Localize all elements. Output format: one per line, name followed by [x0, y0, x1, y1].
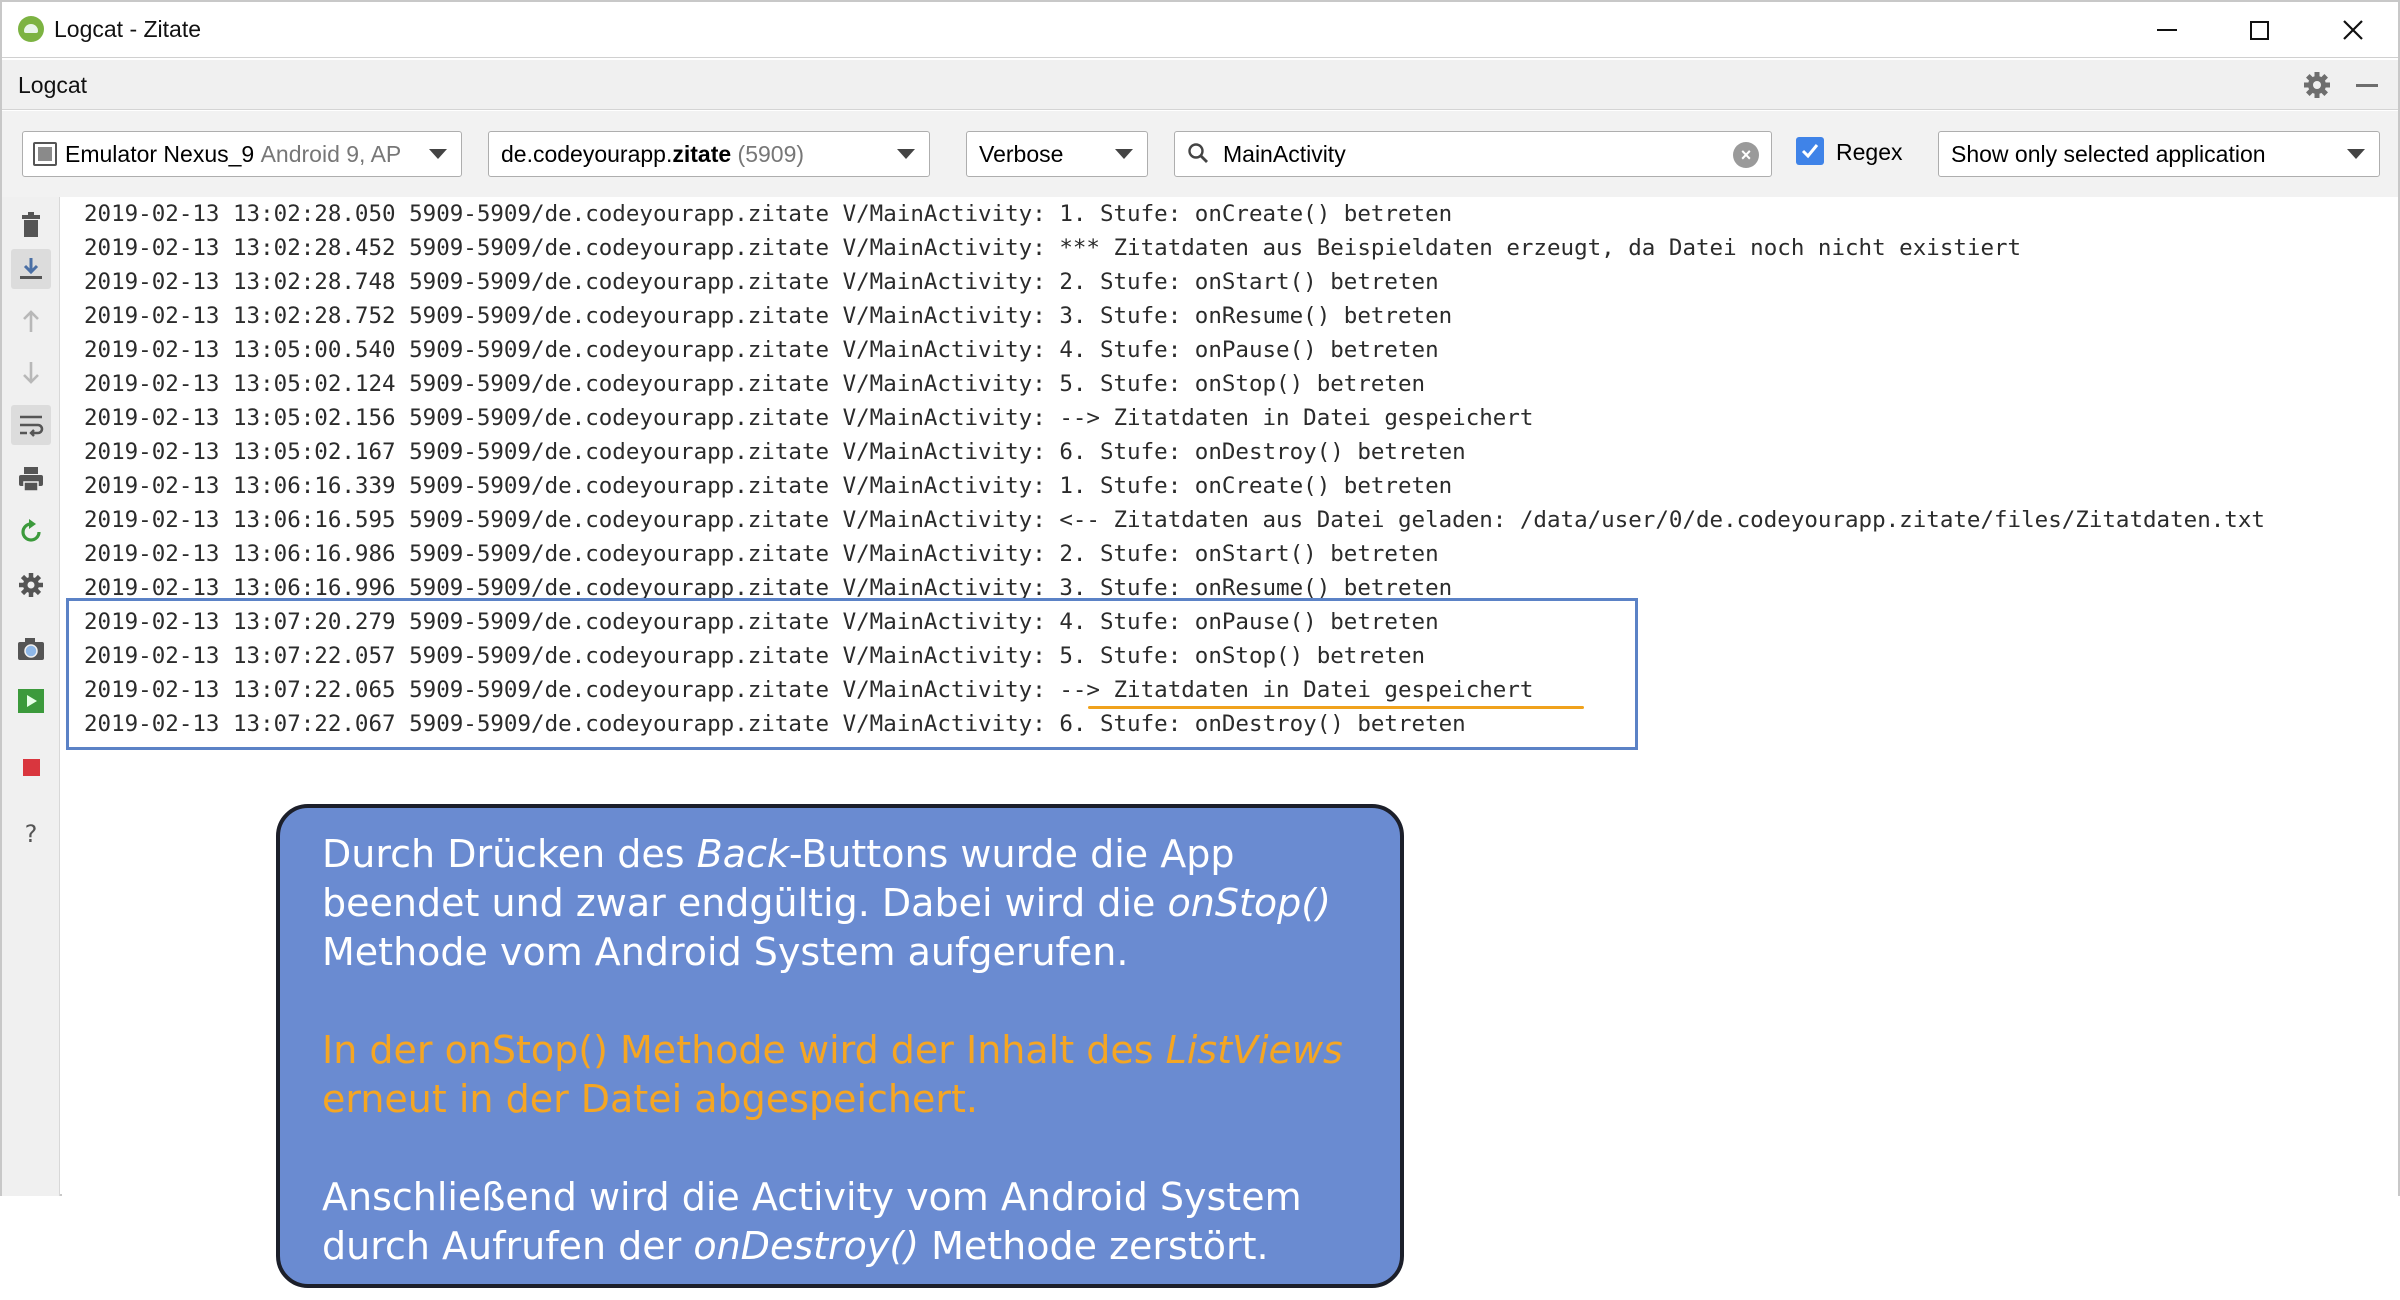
minimize-icon — [2157, 29, 2177, 31]
log-level-value: Verbose — [979, 140, 1064, 167]
title-bar: Logcat - Zitate — [2, 2, 2398, 58]
log-line: 2019-02-13 13:06:16.595 5909-5909/de.cod… — [84, 507, 2265, 533]
maximize-button[interactable] — [2224, 10, 2294, 50]
down-button[interactable] — [11, 353, 51, 393]
restart-icon — [21, 519, 41, 542]
device-selector[interactable]: Emulator Nexus_9 Android 9, AP — [22, 131, 462, 177]
device-icon — [33, 142, 57, 166]
settings-button[interactable] — [11, 565, 51, 605]
log-line: 2019-02-13 13:02:28.748 5909-5909/de.cod… — [84, 269, 1439, 295]
process-pid: (5909) — [737, 140, 805, 167]
gear-icon[interactable] — [2302, 70, 2332, 100]
maximize-icon — [2249, 20, 2269, 40]
print-button[interactable] — [11, 459, 51, 499]
close-icon — [2343, 20, 2363, 40]
regex-checkbox[interactable] — [1796, 137, 1824, 165]
svg-text:?: ? — [25, 820, 38, 848]
soft-wrap-icon — [20, 415, 44, 437]
explanation-callout: Durch Drücken des Back-Buttons wurde die… — [276, 804, 1404, 1288]
trash-icon — [22, 212, 40, 237]
filter-toolbar: Emulator Nexus_9 Android 9, AP de.codeyo… — [2, 111, 2398, 197]
process-name: zitate — [672, 140, 732, 167]
underline-annotation — [1088, 706, 1584, 709]
arrow-up-icon — [23, 310, 39, 332]
device-name: Emulator Nexus_9 — [65, 140, 255, 167]
process-selector[interactable]: de.codeyourapp. zitate (5909) — [488, 131, 930, 177]
settings-icon — [19, 573, 43, 597]
log-line: 2019-02-13 13:06:16.986 5909-5909/de.cod… — [84, 541, 1439, 567]
log-line: 2019-02-13 13:02:28.752 5909-5909/de.cod… — [84, 303, 1453, 329]
chevron-down-icon — [2347, 149, 2365, 159]
log-line: 2019-02-13 13:02:28.452 5909-5909/de.cod… — [84, 235, 2022, 261]
clear-search-icon[interactable]: × — [1733, 142, 1759, 168]
log-line: 2019-02-13 13:05:02.156 5909-5909/de.cod… — [84, 405, 1534, 431]
close-button[interactable] — [2318, 10, 2388, 50]
help-button[interactable]: ? — [11, 813, 51, 853]
clear-logcat-button[interactable] — [11, 205, 51, 245]
arrow-down-icon — [23, 362, 39, 384]
log-line: 2019-02-13 13:05:00.540 5909-5909/de.cod… — [84, 337, 1439, 363]
up-button[interactable] — [11, 301, 51, 341]
print-icon — [19, 467, 43, 492]
log-line: 2019-02-13 13:05:02.167 5909-5909/de.cod… — [84, 439, 1466, 465]
checkmark-icon — [1801, 144, 1819, 159]
android-studio-icon — [18, 16, 44, 42]
callout-paragraph-2: In der onStop() Methode wird der Inhalt … — [322, 1028, 1343, 1121]
log-line: 2019-02-13 13:05:02.124 5909-5909/de.cod… — [84, 371, 1426, 397]
log-line: 2019-02-13 13:02:28.050 5909-5909/de.cod… — [84, 201, 1453, 227]
hide-panel-icon[interactable] — [2356, 84, 2378, 87]
app-filter-selector[interactable]: Show only selected application — [1938, 131, 2380, 177]
screenshot-button[interactable] — [11, 629, 51, 669]
chevron-down-icon — [1115, 149, 1133, 159]
callout-paragraph-1: Durch Drücken des Back-Buttons wurde die… — [322, 832, 1331, 974]
screen-record-button[interactable] — [11, 681, 51, 721]
help-icon: ? — [25, 820, 38, 848]
restart-button[interactable] — [11, 511, 51, 551]
callout-paragraph-3: Anschließend wird die Activity vom Andro… — [322, 1175, 1302, 1268]
device-detail: Android 9, AP — [260, 140, 402, 167]
tool-window-header: Logcat — [2, 60, 2398, 110]
scroll-to-end-button[interactable] — [11, 249, 51, 289]
tool-window-title: Logcat — [18, 72, 88, 98]
process-prefix: de.codeyourapp. — [501, 140, 673, 167]
chevron-down-icon — [429, 149, 447, 159]
app-filter-value: Show only selected application — [1951, 140, 2266, 167]
window-title: Logcat - Zitate — [54, 16, 202, 42]
screenshot-icon — [18, 638, 44, 660]
screen-record-icon — [18, 689, 44, 713]
soft-wrap-button[interactable] — [11, 405, 51, 445]
regex-label: Regex — [1836, 139, 1903, 165]
search-icon — [1188, 143, 1208, 163]
search-value: MainActivity — [1223, 140, 1346, 167]
log-line: 2019-02-13 13:06:16.339 5909-5909/de.cod… — [84, 473, 1453, 499]
search-input[interactable]: MainActivity × — [1174, 131, 1772, 177]
logcat-side-toolbar: ? — [2, 197, 60, 1196]
log-level-selector[interactable]: Verbose — [966, 131, 1148, 177]
chevron-down-icon — [897, 149, 915, 159]
minimize-button[interactable] — [2132, 10, 2202, 50]
scroll-to-end-icon — [20, 258, 42, 279]
stop-icon — [23, 759, 40, 776]
stop-button[interactable] — [11, 747, 51, 787]
highlight-box-annotation — [66, 598, 1638, 750]
